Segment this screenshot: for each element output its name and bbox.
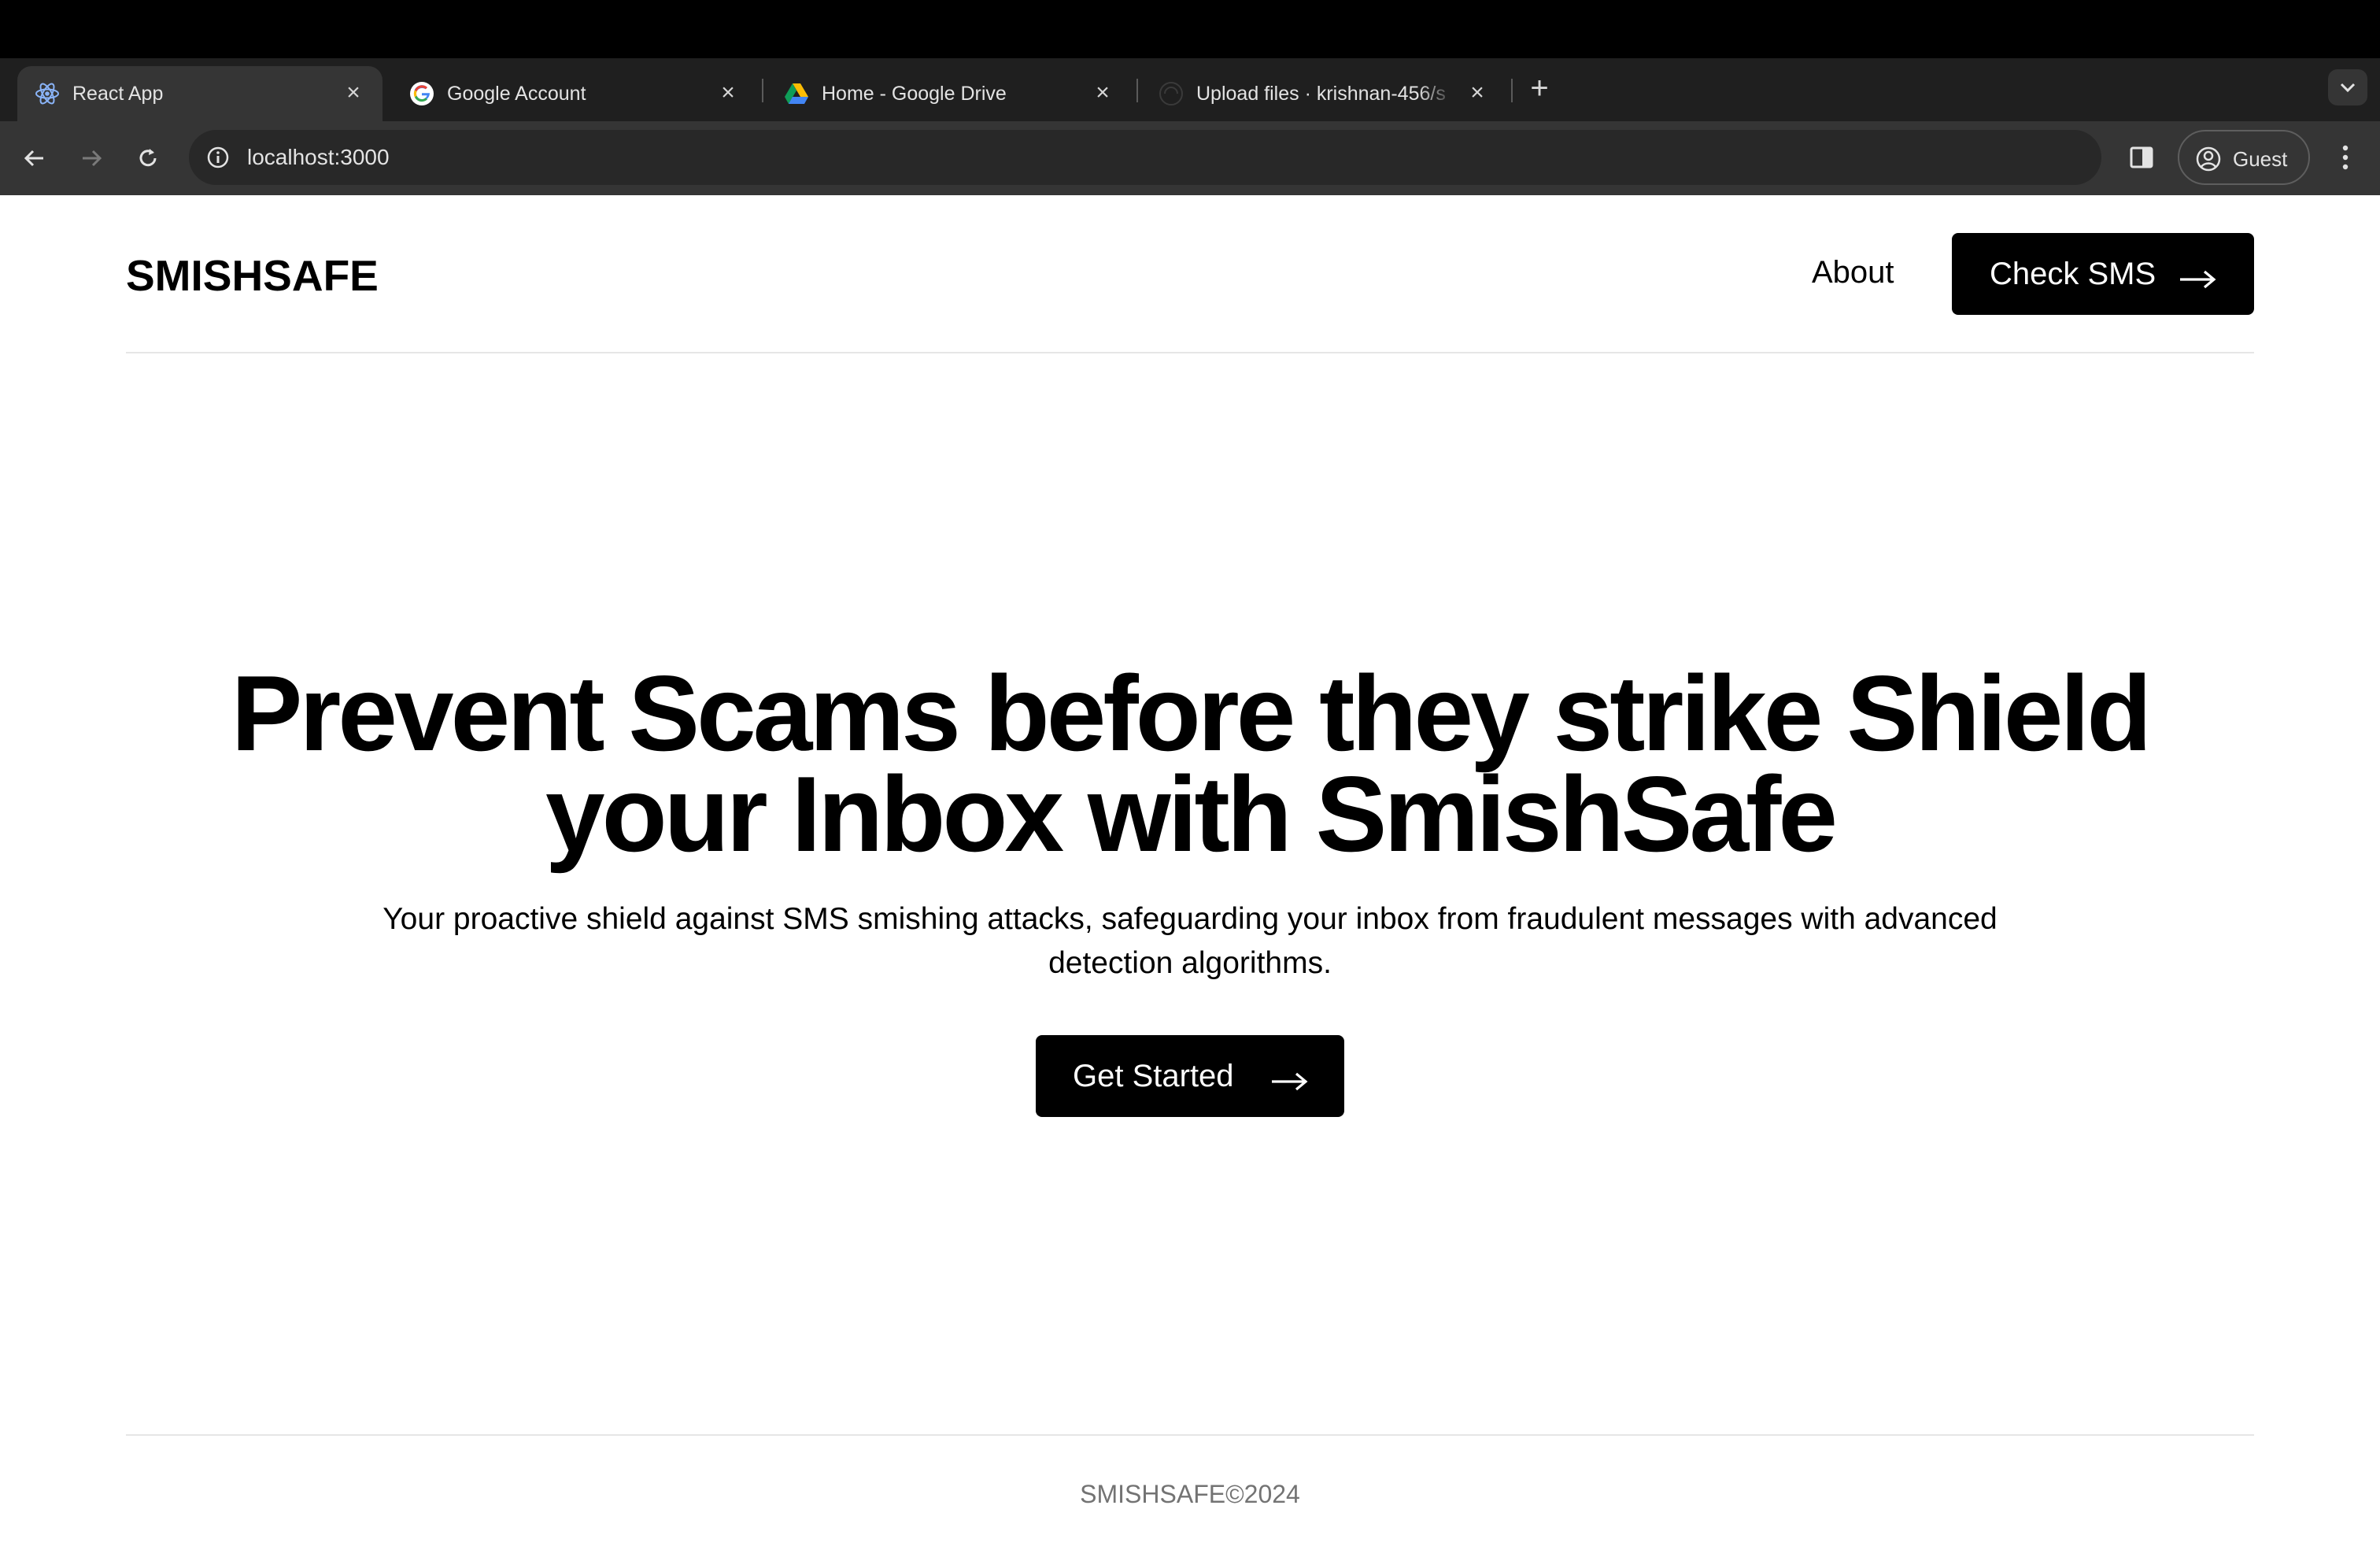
- google-icon: [409, 81, 434, 106]
- side-panel-icon[interactable]: [2129, 145, 2154, 170]
- footer-copyright: SMISHSAFE©2024: [1080, 1480, 1300, 1508]
- close-icon[interactable]: ×: [340, 80, 367, 106]
- new-tab-icon[interactable]: +: [1524, 71, 1555, 105]
- page-viewport: SMISHSAFE About Check SMS Prevent Scams …: [0, 195, 2380, 1546]
- tab-separator: [762, 79, 763, 102]
- close-icon[interactable]: ×: [715, 80, 741, 106]
- site-logo[interactable]: SMISHSAFE: [126, 250, 379, 301]
- tab-search-chevron-icon[interactable]: [2328, 69, 2367, 105]
- url-text: localhost:3000: [247, 145, 390, 169]
- tab-upload-files[interactable]: Upload files · krishnan-456/s ×: [1141, 66, 1506, 121]
- tab-separator: [1511, 79, 1513, 102]
- site-info-icon[interactable]: [205, 144, 231, 171]
- address-bar[interactable]: localhost:3000: [189, 130, 2101, 185]
- header-divider: [126, 352, 2254, 353]
- hero-title: Prevent Scams before they strike Shield …: [231, 653, 2153, 874]
- get-started-button[interactable]: Get Started: [1036, 1035, 1344, 1117]
- tab-title: Google Account: [447, 83, 586, 105]
- menu-kebab-icon[interactable]: [2338, 140, 2353, 175]
- back-arrow-icon[interactable]: [17, 141, 52, 176]
- hero-subtitle: Your proactive shield against SMS smishi…: [382, 902, 1998, 980]
- tab-google-account[interactable]: Google Account ×: [392, 66, 757, 121]
- system-bar: [0, 0, 2380, 58]
- profile-icon: [2195, 146, 2222, 172]
- nav-about-link[interactable]: About: [1812, 255, 1894, 290]
- google-drive-icon: [784, 81, 809, 106]
- browser-window: React App × Google Account × Home - Goog…: [0, 0, 2380, 1546]
- forward-arrow-icon[interactable]: [74, 141, 109, 176]
- profile-button[interactable]: Guest: [2178, 130, 2310, 185]
- tab-google-drive[interactable]: Home - Google Drive ×: [767, 66, 1132, 121]
- react-icon: [35, 81, 60, 106]
- close-icon[interactable]: ×: [1089, 80, 1116, 106]
- tab-title: Upload files · krishnan-456/s: [1196, 83, 1446, 105]
- arrow-right-icon: [2179, 263, 2216, 289]
- check-sms-button[interactable]: Check SMS: [1952, 233, 2254, 315]
- tab-title: Home - Google Drive: [822, 83, 1007, 105]
- arrow-right-icon: [1270, 1065, 1308, 1091]
- reload-icon[interactable]: [131, 141, 165, 176]
- tab-separator: [1136, 79, 1138, 102]
- close-icon[interactable]: ×: [1464, 80, 1491, 106]
- footer-divider: [126, 1434, 2254, 1436]
- check-sms-label: Check SMS: [1990, 257, 2156, 291]
- profile-label: Guest: [2233, 147, 2288, 171]
- tab-react-app[interactable]: React App ×: [17, 66, 382, 121]
- get-started-label: Get Started: [1073, 1059, 1234, 1093]
- github-icon: [1159, 81, 1184, 106]
- tab-title: React App: [72, 83, 164, 105]
